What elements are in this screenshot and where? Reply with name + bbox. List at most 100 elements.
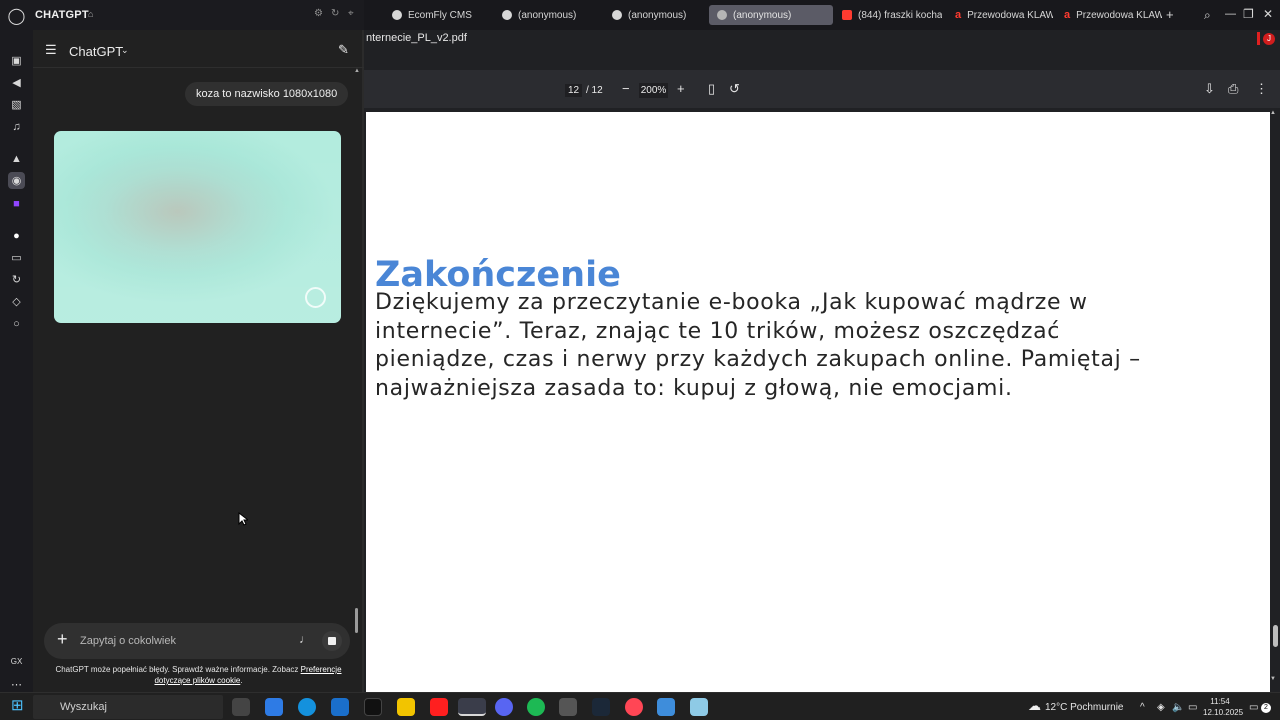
scroll-up-icon[interactable]: ▲	[354, 68, 360, 77]
spotify-taskbar-icon[interactable]	[527, 698, 545, 716]
microphone-icon[interactable]: ♩	[299, 632, 311, 646]
chat-scrollbar[interactable]	[355, 608, 358, 633]
tab-anonymous-1[interactable]: (anonymous)	[494, 5, 602, 25]
gallery-icon[interactable]: ▧	[8, 96, 25, 113]
youtube-favicon-icon	[842, 10, 852, 20]
file-explorer-icon[interactable]	[397, 698, 415, 716]
opera-taskbar-icon[interactable]	[458, 698, 486, 716]
zoom-level-input[interactable]: 200%	[639, 83, 668, 98]
security-icon[interactable]: ◈	[1157, 702, 1165, 713]
tab-label: (anonymous)	[628, 9, 687, 21]
volume-icon[interactable]: 🔈	[1172, 702, 1184, 713]
page-body: Dziękujemy za przeczytanie e-booka „Jak …	[375, 290, 1141, 401]
pin-icon[interactable]: ⌖	[348, 8, 354, 19]
print-icon[interactable]: ⎙	[1228, 82, 1238, 96]
pdf-viewer: Zakończenie Dziękujemy za przeczytanie e…	[364, 108, 1280, 692]
taskbar-search[interactable]: Wyszukaj	[33, 695, 223, 719]
current-page-input[interactable]: 12	[565, 84, 582, 97]
youtube-icon[interactable]	[430, 698, 448, 716]
notification-count-badge: 2	[1261, 703, 1271, 713]
keyboard-icon[interactable]: ▭	[8, 249, 25, 266]
settings-icon[interactable]: ○	[8, 315, 25, 332]
user-message: koza to nazwisko 1080x1080	[185, 82, 349, 106]
opera-logo-icon[interactable]: ◯	[8, 7, 26, 25]
profile-avatar[interactable]: J	[1263, 33, 1275, 45]
disclaimer: ChatGPT może popełniać błędy. Sprawdź wa…	[37, 664, 360, 686]
pdf-filename[interactable]: nternecie_PL_v2.pdf	[366, 32, 467, 44]
aria-icon[interactable]: ▲	[8, 150, 25, 167]
tab-przewodowa-2[interactable]: a Przewodowa KLAWIA	[1056, 5, 1162, 25]
pdf-toolbar: 12 / 12 − 200% + ▯ ↺ ⇩ ⎙ ⋮	[364, 70, 1280, 108]
download-icon[interactable]: ⇩	[1204, 82, 1215, 96]
tab-przewodowa-1[interactable]: a Przewodowa KLAWIA	[947, 5, 1053, 25]
spotify-icon[interactable]: ●	[8, 227, 25, 244]
menu-icon[interactable]: ☰	[45, 42, 57, 58]
message-input[interactable]	[80, 632, 270, 650]
pdf-scroll-up-icon[interactable]: ▲	[1270, 110, 1276, 116]
browser-tabbar: EcomFly CMS (anonymous) (anonymous) (ano…	[364, 0, 1280, 30]
twitch-icon[interactable]: ■	[8, 195, 25, 212]
search-tabs-icon[interactable]: ⌕	[1204, 8, 1211, 23]
tab-anonymous-active[interactable]: (anonymous)	[709, 5, 833, 25]
time: 11:54	[1210, 697, 1230, 706]
fit-page-icon[interactable]: ▯	[708, 82, 715, 96]
chatgpt-window-bar: CHATGPT ⌂ ⚙ ↻ ⌖	[33, 0, 364, 30]
zoom-in-icon[interactable]: +	[677, 82, 685, 96]
image-editor-icon[interactable]	[657, 698, 675, 716]
task-view-icon[interactable]	[232, 698, 250, 716]
back-icon[interactable]: ◀	[8, 74, 25, 91]
pdf-scroll-down-icon[interactable]: ▼	[1270, 676, 1276, 682]
add-attachment-icon[interactable]: +	[57, 630, 68, 648]
start-icon[interactable]: ⊞	[11, 698, 24, 713]
tab-anonymous-2[interactable]: (anonymous)	[604, 5, 712, 25]
close-icon[interactable]: ✕	[1263, 7, 1273, 21]
steam-icon[interactable]	[592, 698, 610, 716]
notifications-icon[interactable]: ▭	[1249, 702, 1258, 713]
minimize-icon[interactable]: —	[1225, 8, 1236, 20]
new-tab-icon[interactable]: +	[1166, 8, 1174, 21]
notepad-icon[interactable]	[690, 698, 708, 716]
weather-text[interactable]: 12°C Pochmurnie	[1045, 702, 1123, 713]
history-icon[interactable]: ↻	[8, 271, 25, 288]
stop-generation-button[interactable]	[322, 631, 342, 651]
outlook-icon[interactable]	[331, 698, 349, 716]
zoom-out-icon[interactable]: −	[622, 82, 630, 96]
tab-label: Przewodowa KLAWIA	[1076, 9, 1162, 21]
tab-youtube[interactable]: (844) fraszki kochan	[834, 5, 942, 25]
github-favicon-icon	[717, 10, 727, 20]
refresh-icon[interactable]: ↻	[331, 8, 339, 19]
network-icon[interactable]: ▭	[1188, 702, 1197, 713]
microsoft-store-icon[interactable]	[265, 698, 283, 716]
mouse-cursor-icon	[238, 512, 248, 526]
chatgpt-model-title[interactable]: ChatGPT	[69, 44, 123, 59]
opera-gx-label[interactable]: GX	[8, 653, 25, 670]
weather-icon[interactable]: ☁	[1028, 698, 1041, 714]
opera-gx-taskbar-icon[interactable]	[625, 698, 643, 716]
settings-taskbar-icon[interactable]	[559, 698, 577, 716]
restore-icon[interactable]: ❐	[1243, 7, 1254, 21]
chatgpt-sidebar-icon[interactable]: ◉	[8, 172, 25, 189]
disclaimer-end: .	[240, 676, 243, 685]
chatgpt-brand: CHATGPT	[35, 9, 89, 21]
music-icon[interactable]: ♫	[8, 118, 25, 135]
new-chat-icon[interactable]: ✎	[338, 42, 349, 58]
chevron-down-icon[interactable]: ⌄	[121, 45, 129, 56]
clock[interactable]: 11:54 12.10.2025	[1203, 696, 1243, 718]
workspace-icon[interactable]: ▣	[8, 52, 25, 69]
pdf-scrollbar-thumb[interactable]	[1273, 625, 1278, 647]
edge-icon[interactable]	[298, 698, 316, 716]
allegro-favicon-icon: a	[1064, 9, 1071, 21]
settings-icon[interactable]: ⚙	[314, 8, 323, 19]
address-bar: nternecie_PL_v2.pdf J	[364, 30, 1280, 70]
tray-expand-icon[interactable]: ^	[1140, 702, 1145, 713]
more-actions-icon[interactable]: ⋮	[1255, 82, 1268, 96]
discord-icon[interactable]	[495, 698, 513, 716]
tab-label: (anonymous)	[518, 9, 577, 21]
more-icon[interactable]: ⋯	[8, 676, 25, 693]
extensions-icon[interactable]: ◇	[8, 293, 25, 310]
tab-ecomfly-cms[interactable]: EcomFly CMS	[384, 5, 500, 25]
allegro-favicon-icon: a	[955, 9, 962, 21]
rotate-icon[interactable]: ↺	[729, 82, 740, 96]
tiktok-icon[interactable]	[364, 698, 382, 716]
tab-label: Przewodowa KLAWIA	[967, 9, 1053, 21]
